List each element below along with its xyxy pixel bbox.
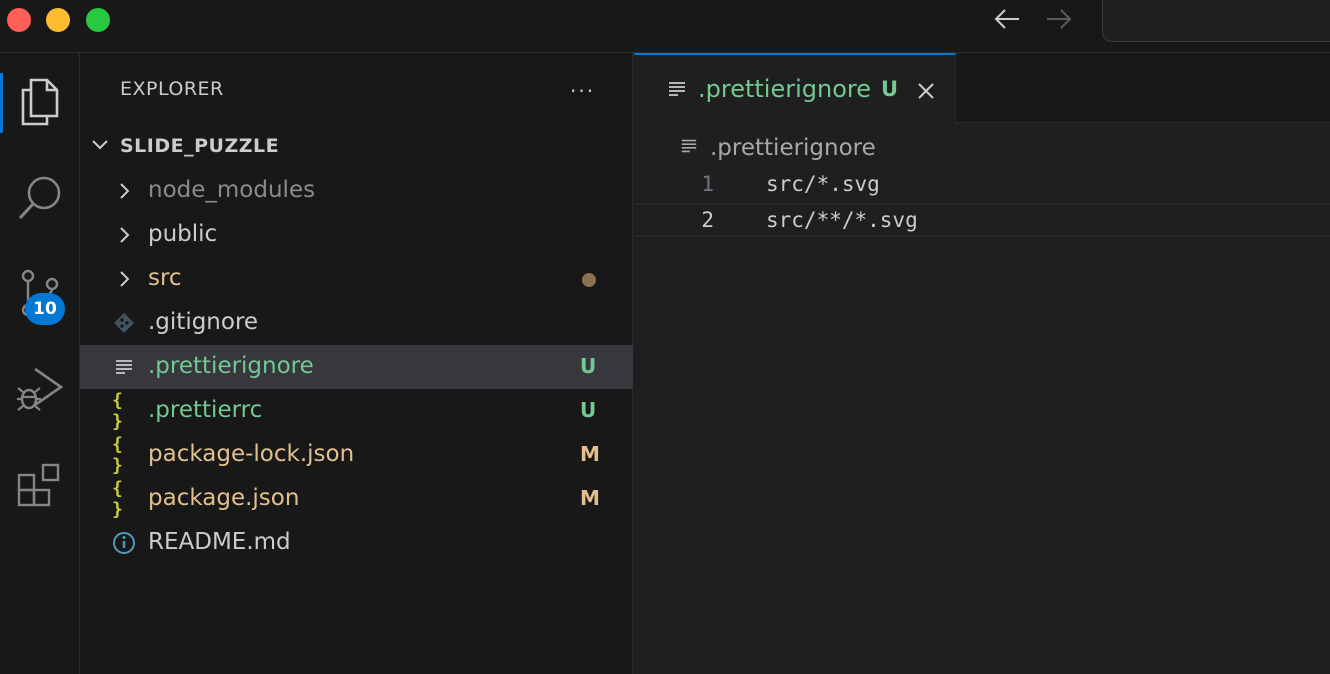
tree-item-label: package.json	[148, 485, 300, 511]
sidebar-title: EXPLORER	[120, 78, 224, 100]
window-minimize-button[interactable]	[46, 8, 70, 32]
chevron-down-icon	[92, 140, 108, 150]
tree-item-label: node_modules	[148, 177, 316, 203]
git-status-untracked: U	[580, 354, 597, 378]
tree-item-label: package-lock.json	[148, 441, 355, 467]
window-maximize-button[interactable]	[86, 8, 110, 32]
tree-item-gitignore[interactable]: .gitignore	[80, 301, 633, 345]
info-icon	[112, 531, 136, 555]
tree-item-public[interactable]: public	[80, 213, 633, 257]
tree-item-prettierrc[interactable]: { } .prettierrc U	[80, 389, 633, 433]
json-braces-icon: { }	[112, 390, 123, 432]
breadcrumb-file: .prettierignore	[710, 135, 876, 161]
tab-prettierignore[interactable]: .prettierignore U	[634, 53, 956, 124]
workspace-root[interactable]: SLIDE_PUZZLE	[80, 125, 633, 167]
title-bar	[0, 0, 1330, 53]
text-lines-icon	[112, 355, 136, 379]
tree-item-label: .prettierrc	[148, 397, 263, 423]
tab-close-button[interactable]	[914, 79, 938, 103]
git-file-icon	[112, 311, 136, 335]
tree-item-node-modules[interactable]: node_modules	[80, 169, 633, 213]
command-center[interactable]	[1102, 0, 1330, 42]
text-lines-icon	[680, 137, 698, 159]
json-braces-icon: { }	[112, 434, 123, 476]
editor-area: .prettierignore U .prettierignore 1 src/…	[634, 53, 1330, 674]
code-text: src/**/*.svg	[766, 208, 918, 232]
extensions-icon	[17, 463, 60, 507]
git-status-modified: M	[580, 486, 600, 510]
tree-item-src[interactable]: src	[80, 257, 633, 301]
chevron-right-icon	[112, 179, 136, 203]
tree-item-label: .prettierignore	[148, 353, 314, 379]
tree-item-label: .gitignore	[148, 309, 259, 335]
text-lines-icon	[667, 79, 687, 103]
line-number: 1	[701, 172, 714, 196]
editor-tab-bar: .prettierignore U	[634, 53, 1330, 124]
activity-explorer[interactable]	[0, 73, 80, 133]
activity-search[interactable]	[0, 168, 80, 228]
more-actions-button[interactable]: ···	[570, 79, 595, 103]
code-line-current[interactable]: 2 src/**/*.svg	[634, 203, 1330, 237]
breadcrumb[interactable]: .prettierignore	[680, 133, 876, 163]
run-debug-icon	[17, 367, 64, 411]
tree-item-readme-md[interactable]: README.md	[80, 521, 633, 565]
tree-item-label: src	[148, 265, 182, 291]
chevron-right-icon	[112, 223, 136, 247]
search-icon	[18, 176, 61, 220]
chevron-right-icon	[112, 267, 136, 291]
close-icon	[918, 83, 934, 99]
code-line[interactable]: 1 src/*.svg	[634, 169, 1330, 203]
tree-item-prettierignore[interactable]: .prettierignore U	[80, 345, 633, 389]
explorer-sidebar: EXPLORER ··· SLIDE_PUZZLE node_modules p…	[80, 53, 633, 674]
arrow-left-icon	[994, 9, 1019, 29]
window-close-button[interactable]	[7, 8, 31, 32]
code-text: src/*.svg	[766, 172, 880, 196]
files-icon	[21, 78, 59, 126]
activity-extensions[interactable]	[0, 456, 80, 516]
tree-item-package-json[interactable]: { } package.json M	[80, 477, 633, 521]
tab-git-status: U	[881, 77, 899, 101]
modified-dot-indicator	[582, 273, 596, 287]
tab-label: .prettierignore	[698, 75, 871, 103]
tree-item-label: public	[148, 221, 218, 247]
line-number: 2	[701, 208, 714, 232]
activity-bar: 10	[0, 53, 80, 674]
go-back-button[interactable]	[990, 4, 1024, 34]
tree-item-package-lock-json[interactable]: { } package-lock.json M	[80, 433, 633, 477]
git-status-modified: M	[580, 442, 600, 466]
go-forward-button[interactable]	[1042, 4, 1076, 34]
workspace-root-label: SLIDE_PUZZLE	[120, 135, 280, 157]
activity-run-debug[interactable]	[0, 358, 80, 418]
json-braces-icon: { }	[112, 478, 123, 520]
source-control-badge: 10	[25, 293, 65, 325]
tree-item-label: README.md	[148, 529, 291, 555]
arrow-right-icon	[1047, 9, 1072, 29]
git-status-untracked: U	[580, 398, 597, 422]
